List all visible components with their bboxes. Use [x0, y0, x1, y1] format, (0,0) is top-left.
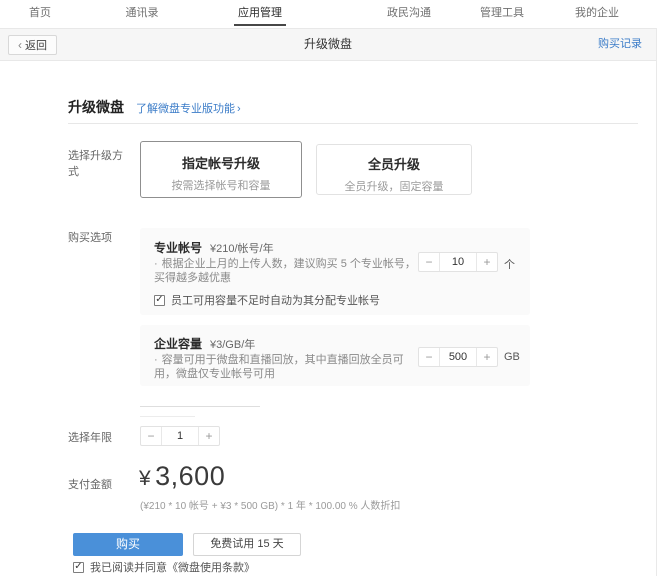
- tab-communication[interactable]: 政民沟通: [383, 4, 435, 24]
- plus-button[interactable]: +: [477, 348, 497, 366]
- minus-icon: −: [425, 255, 433, 269]
- pro-account-name: 专业帐号: [154, 241, 203, 255]
- agree-checkrow[interactable]: ✓ 我已阅读并同意《微盘使用条款》: [73, 559, 255, 575]
- capacity-panel: 企业容量 ¥3/GB/年 · 容量可用于微盘和直播回放，其中直播回放全员可用，微盘仅…: [140, 325, 530, 386]
- mode-card-desc: 全员升级，固定容量: [344, 181, 444, 193]
- minus-button[interactable]: −: [419, 348, 439, 366]
- bullet: ·: [154, 354, 158, 366]
- pro-account-stepper: − 10 +: [418, 252, 498, 272]
- back-button-label: 返回: [25, 40, 47, 52]
- page-header-bar: 升级微盘 ‹ 返回 购买记录: [0, 28, 656, 61]
- plus-icon: +: [483, 350, 491, 364]
- capacity-title: 企业容量 ¥3/GB/年: [154, 335, 255, 352]
- pro-account-desc: · 根据企业上月的上传人数，建议购买 5 个专业帐号，买得越多越优惠: [154, 257, 416, 285]
- minus-icon: −: [147, 429, 155, 443]
- pro-account-title: 专业帐号 ¥210/帐号/年: [154, 239, 274, 256]
- mode-card-designated-account[interactable]: 指定帐号升级 按需选择帐号和容量: [140, 141, 302, 198]
- capacity-name: 企业容量: [154, 337, 203, 351]
- plus-icon: +: [205, 429, 213, 443]
- years-stepper: − 1 +: [140, 426, 220, 446]
- tab-my-company[interactable]: 我的企业: [571, 4, 623, 24]
- capacity-stepper: − 500 +: [418, 347, 498, 367]
- check-icon: ✓: [74, 561, 83, 572]
- tab-contacts[interactable]: 通讯录: [122, 4, 163, 24]
- mode-card-desc: 按需选择帐号和容量: [171, 180, 271, 192]
- pro-account-qty-input[interactable]: 10: [439, 253, 477, 271]
- divider: [68, 123, 638, 124]
- learn-more-link[interactable]: 了解微盘专业版功能 ›: [136, 100, 241, 116]
- tab-app-management[interactable]: 应用管理: [234, 4, 286, 26]
- back-button[interactable]: ‹ 返回: [8, 35, 57, 55]
- pro-account-panel: 专业帐号 ¥210/帐号/年 · 根据企业上月的上传人数，建议购买 5 个专业帐号，…: [140, 228, 530, 315]
- chevron-left-icon: ‹: [18, 38, 22, 52]
- payment-formula: (¥210 * 10 帐号 + ¥3 * 500 GB) * 1 年 * 100…: [140, 501, 401, 512]
- pro-account-price: ¥210/帐号/年: [210, 243, 274, 255]
- section-title: 升级微盘: [68, 99, 124, 115]
- capacity-price: ¥3/GB/年: [210, 339, 256, 351]
- plus-icon: +: [483, 255, 491, 269]
- auto-assign-checkrow[interactable]: ✓ 员工可用容量不足时自动为其分配专业帐号: [154, 292, 380, 308]
- divider: [140, 406, 260, 407]
- auto-assign-checkbox[interactable]: ✓: [154, 294, 165, 306]
- upgrade-wedrive-page: 首页 通讯录 应用管理 政民沟通 管理工具 我的企业 升级微盘 ‹ 返回 购买记录…: [0, 0, 672, 576]
- free-trial-button[interactable]: 免费试用 15 天: [193, 533, 301, 556]
- minus-button[interactable]: −: [419, 253, 439, 271]
- payment-label: 支付金额: [68, 479, 112, 491]
- payment-amount: ¥ 3,600: [139, 461, 225, 492]
- learn-more-label: 了解微盘专业版功能: [136, 103, 235, 115]
- amount-value: 3,600: [155, 461, 226, 491]
- buy-button[interactable]: 购买: [73, 533, 183, 556]
- check-icon: ✓: [155, 294, 164, 305]
- purchase-options-label: 购买选项: [68, 232, 112, 244]
- currency-symbol: ¥: [139, 467, 151, 490]
- auto-assign-label: 员工可用容量不足时自动为其分配专业帐号: [171, 295, 380, 307]
- plus-button[interactable]: +: [477, 253, 497, 271]
- divider: [140, 416, 195, 417]
- upgrade-mode-label: 选择升级方式: [68, 150, 123, 178]
- purchase-records-link[interactable]: 购买记录: [598, 29, 642, 60]
- mode-card-title: 指定帐号升级: [181, 156, 260, 171]
- capacity-desc: · 容量可用于微盘和直播回放，其中直播回放全员可用，微盘仅专业帐号可用: [154, 353, 416, 381]
- mode-card-title: 全员升级: [367, 157, 420, 172]
- years-label: 选择年限: [68, 432, 112, 444]
- chevron-right-icon: ›: [237, 103, 241, 115]
- capacity-desc-text: 容量可用于微盘和直播回放，其中直播回放全员可用，微盘仅专业帐号可用: [154, 354, 404, 380]
- agree-label: 我已阅读并同意《微盘使用条款》: [90, 562, 255, 574]
- top-nav: 首页 通讯录 应用管理 政民沟通 管理工具 我的企业: [0, 0, 656, 28]
- page-right-edge: [656, 28, 657, 576]
- agree-checkbox[interactable]: ✓: [73, 561, 84, 573]
- tab-admin-tools[interactable]: 管理工具: [476, 4, 528, 24]
- minus-icon: −: [425, 350, 433, 364]
- bullet: ·: [154, 258, 158, 270]
- years-qty-input[interactable]: 1: [161, 427, 199, 445]
- mode-card-all-members[interactable]: 全员升级 全员升级，固定容量: [316, 144, 472, 195]
- capacity-qty-input[interactable]: 500: [439, 348, 477, 366]
- minus-button[interactable]: −: [141, 427, 161, 445]
- plus-button[interactable]: +: [199, 427, 219, 445]
- pro-account-unit: 个: [504, 259, 515, 271]
- tab-home[interactable]: 首页: [25, 4, 55, 24]
- page-title: 升级微盘: [303, 37, 352, 51]
- capacity-unit: GB: [504, 351, 520, 363]
- pro-account-desc-text: 根据企业上月的上传人数，建议购买 5 个专业帐号，买得越多越优惠: [154, 258, 416, 284]
